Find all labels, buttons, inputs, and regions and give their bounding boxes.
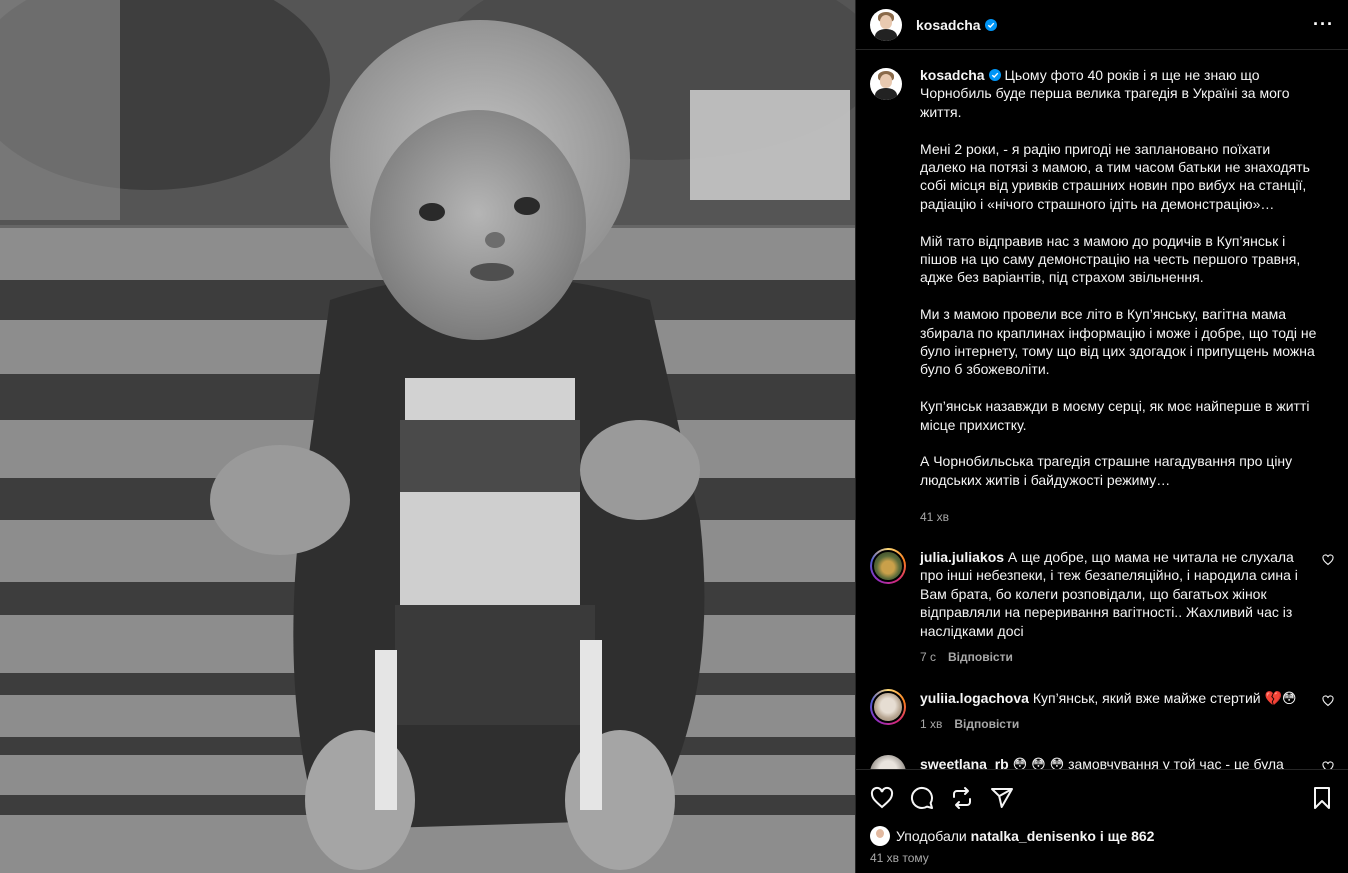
likes-summary[interactable]: Уподобали natalka_denisenko і ще 862 <box>856 825 1348 847</box>
author-username[interactable]: kosadcha <box>916 17 997 33</box>
like-comment-heart-icon[interactable] <box>1322 694 1334 707</box>
post-photo-image <box>0 0 855 873</box>
post-photo[interactable] <box>0 0 855 873</box>
comment-timestamp[interactable]: 1 хв <box>920 717 942 731</box>
comment-item: yuliia.logachova Куп’янськ, який вже май… <box>870 688 1334 734</box>
repost-icon[interactable] <box>950 786 974 810</box>
commenter-avatar[interactable] <box>870 548 906 585</box>
post-header: kosadcha ··· <box>856 0 1348 50</box>
reply-button[interactable]: Відповісти <box>954 717 1019 731</box>
caption-paragraph: Ми з мамою провели все літо в Куп’янську… <box>920 306 1317 378</box>
like-comment-heart-icon[interactable] <box>1322 554 1334 566</box>
liker-username[interactable]: natalka_denisenko <box>971 828 1096 844</box>
post-caption: kosadcha Цьому фото 40 років і я ще не з… <box>870 66 1334 526</box>
verified-badge-icon <box>988 69 1001 81</box>
post-details-panel: kosadcha ··· kosadcha Цьому фото 40 рокі… <box>855 0 1348 873</box>
caption-paragraph: Куп’янськ назавжди в моєму серці, як моє… <box>920 398 1310 433</box>
likes-prefix: Уподобали <box>896 828 967 844</box>
comment-bubble-icon[interactable] <box>910 786 934 810</box>
caption-author-avatar[interactable] <box>870 68 902 100</box>
caption-paragraph: А Чорнобильська трагедія страшне нагадув… <box>920 453 1293 488</box>
commenter-avatar[interactable] <box>870 688 906 725</box>
like-comment-heart-icon[interactable] <box>1322 761 1334 769</box>
caption-username[interactable]: kosadcha <box>920 67 985 83</box>
comment-item: sweetlana_rb 😳 😳 😳 замовчування у той ча… <box>870 755 1334 769</box>
more-options-icon[interactable]: ··· <box>1313 14 1334 35</box>
comment-item: julia.juliakos А ще добре, що мама не чи… <box>870 548 1334 666</box>
post-timestamp[interactable]: 41 хв тому <box>856 847 1348 873</box>
caption-paragraph: Мій тато відправив нас з мамою до родичі… <box>920 232 1301 286</box>
caption-timestamp[interactable]: 41 хв <box>920 508 1320 526</box>
verified-badge-icon <box>984 18 997 31</box>
save-bookmark-icon[interactable] <box>1310 786 1334 810</box>
comments-scroll-area[interactable]: kosadcha Цьому фото 40 років і я ще не з… <box>856 50 1348 769</box>
author-avatar[interactable] <box>870 8 902 41</box>
likes-count[interactable]: і ще 862 <box>1100 828 1155 844</box>
share-send-icon[interactable] <box>990 786 1014 810</box>
commenter-username[interactable]: julia.juliakos <box>920 549 1004 565</box>
reply-button[interactable]: Відповісти <box>948 650 1013 664</box>
caption-paragraph: Мені 2 роки, - я радію пригоді не заплан… <box>920 140 1310 212</box>
post-actions-bar <box>856 769 1348 825</box>
like-heart-icon[interactable] <box>870 786 894 810</box>
commenter-avatar[interactable] <box>870 755 906 769</box>
comment-text: Куп’янськ, який вже майже стертий 💔😳 <box>1032 689 1297 706</box>
commenter-username[interactable]: sweetlana_rb <box>920 756 1009 769</box>
commenter-username[interactable]: yuliia.logachova <box>920 690 1029 706</box>
comment-timestamp[interactable]: 7 с <box>920 650 936 664</box>
liker-avatar[interactable] <box>870 826 890 846</box>
